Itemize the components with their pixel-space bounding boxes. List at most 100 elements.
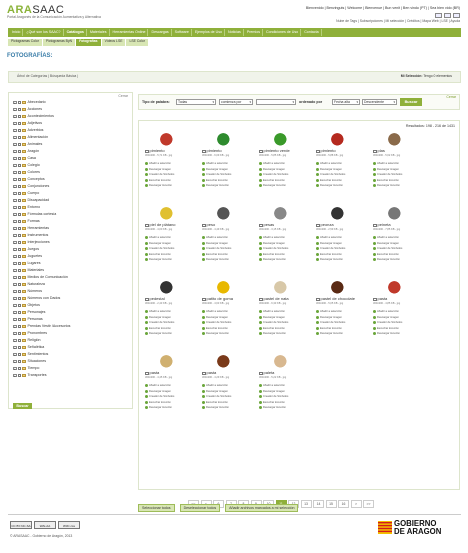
select-checkbox[interactable] xyxy=(316,223,320,228)
category-checkbox[interactable] xyxy=(17,219,21,224)
main-nav-item[interactable]: Descargas xyxy=(149,29,172,36)
bulk-action-button[interactable]: Añadir archivos marcados a mi selección xyxy=(225,504,299,513)
sort-direction-select[interactable]: Descendente xyxy=(362,99,397,105)
category-item[interactable]: + Fórmulas cortesía xyxy=(13,211,131,218)
select-checkbox[interactable] xyxy=(259,149,263,154)
category-checkbox[interactable] xyxy=(17,317,21,322)
result-action[interactable]: Descargar locución xyxy=(259,183,288,189)
result-action[interactable]: Descargar locución xyxy=(373,331,402,337)
red-pepper-icon[interactable] xyxy=(331,133,345,147)
result-name[interactable]: pasta xyxy=(150,370,160,376)
select-checkbox[interactable] xyxy=(373,297,377,302)
category-item[interactable]: + Conceptos xyxy=(13,176,131,183)
page-link[interactable]: >> xyxy=(363,500,374,508)
sub-nav-tab[interactable]: LSE Color xyxy=(126,39,148,46)
main-nav-item[interactable]: Software xyxy=(173,29,192,36)
category-checkbox[interactable] xyxy=(17,149,21,154)
green-pepper-icon[interactable] xyxy=(274,133,288,147)
word-type-select[interactable]: Todas xyxy=(176,99,216,105)
category-checkbox[interactable] xyxy=(17,107,21,112)
category-checkbox[interactable] xyxy=(17,114,21,119)
result-name[interactable]: pimiento xyxy=(321,148,336,154)
palette-icon[interactable] xyxy=(274,355,288,369)
category-checkbox[interactable] xyxy=(17,163,21,168)
select-checkbox[interactable] xyxy=(145,223,149,228)
expand-icon[interactable]: + xyxy=(13,289,17,294)
category-item[interactable]: + Religión xyxy=(13,337,131,344)
category-checkbox[interactable] xyxy=(17,198,21,203)
category-item[interactable]: + Personajes xyxy=(13,309,131,316)
category-checkbox[interactable] xyxy=(17,345,21,350)
select-checkbox[interactable] xyxy=(145,371,149,376)
flag-icon[interactable] xyxy=(453,13,460,18)
result-name[interactable]: piel de plátano xyxy=(150,222,176,228)
category-item[interactable]: + Casa xyxy=(13,155,131,162)
result-action[interactable]: Descargar locución xyxy=(316,257,345,263)
expand-icon[interactable]: + xyxy=(13,191,17,196)
pasta-icon[interactable] xyxy=(217,355,231,369)
page-link[interactable]: 13 xyxy=(300,500,312,508)
category-checkbox[interactable] xyxy=(17,352,21,357)
expand-icon[interactable]: + xyxy=(13,177,17,182)
select-checkbox[interactable] xyxy=(202,223,206,228)
result-action[interactable]: Descargar locución xyxy=(202,257,231,263)
sort-field-select[interactable]: Fecha alta xyxy=(332,99,360,105)
category-checkbox[interactable] xyxy=(17,282,21,287)
select-checkbox[interactable] xyxy=(202,371,206,376)
result-action[interactable]: Descargar locución xyxy=(145,183,174,189)
expand-icon[interactable]: + xyxy=(13,366,17,371)
category-item[interactable]: + Números con Dados xyxy=(13,295,131,302)
green-pepper-icon[interactable] xyxy=(217,133,231,147)
expand-icon[interactable]: + xyxy=(13,205,17,210)
result-action[interactable]: Descargar locución xyxy=(202,183,231,189)
category-checkbox[interactable] xyxy=(17,226,21,231)
main-nav-item[interactable]: Noticias xyxy=(226,29,244,36)
category-checkbox[interactable] xyxy=(17,289,21,294)
main-nav-item[interactable]: Condiciones de Uso xyxy=(264,29,302,36)
category-item[interactable]: + Juegos xyxy=(13,246,131,253)
starts-with-select[interactable]: comienza por xyxy=(219,99,253,105)
category-checkbox[interactable] xyxy=(17,100,21,105)
expand-icon[interactable]: + xyxy=(13,331,17,336)
category-item[interactable]: + Conjunciones xyxy=(13,183,131,190)
category-checkbox[interactable] xyxy=(17,135,21,140)
result-action[interactable]: Descargar locución xyxy=(145,257,174,263)
result-action[interactable]: Descargar locución xyxy=(259,405,288,411)
red-pepper-icon[interactable] xyxy=(160,133,174,147)
category-checkbox[interactable] xyxy=(17,366,21,371)
flag-icon[interactable] xyxy=(444,13,451,18)
category-item[interactable]: + Acontecimientos xyxy=(13,113,131,120)
main-nav-item[interactable]: Inicio xyxy=(10,29,24,36)
category-checkbox[interactable] xyxy=(17,268,21,273)
category-item[interactable]: + Cuerpo xyxy=(13,190,131,197)
result-action[interactable]: Descargar locución xyxy=(316,183,345,189)
category-item[interactable]: + Naturaleza xyxy=(13,281,131,288)
category-checkbox[interactable] xyxy=(17,240,21,245)
main-nav-item[interactable]: Catálogos xyxy=(65,29,87,36)
category-item[interactable]: + Sentimientos xyxy=(13,351,131,358)
banana-peel-icon[interactable] xyxy=(160,207,174,221)
expand-icon[interactable]: + xyxy=(13,219,17,224)
search-button[interactable]: Buscar xyxy=(13,403,32,409)
page-link[interactable]: 15 xyxy=(325,500,337,508)
category-item[interactable]: + Lugares xyxy=(13,260,131,267)
category-checkbox[interactable] xyxy=(17,233,21,238)
category-checkbox[interactable] xyxy=(17,191,21,196)
sub-nav-tab[interactable]: Pictogramas ByN xyxy=(42,39,76,46)
footer-badge[interactable]: WAI-AA xyxy=(34,521,56,529)
sub-nav-tab[interactable]: Fotografías xyxy=(76,39,101,46)
expand-icon[interactable]: + xyxy=(13,121,17,126)
sub-nav-tab[interactable]: Vídeos LSE xyxy=(101,39,126,46)
toolbar-links[interactable]: Árbol de Categorías | Búsqueda Básica | xyxy=(17,74,78,79)
result-name[interactable]: pimiento verde xyxy=(264,148,290,154)
category-item[interactable]: + Juguetes xyxy=(13,253,131,260)
expand-icon[interactable]: + xyxy=(13,324,17,329)
category-item[interactable]: + Aragón xyxy=(13,148,131,155)
category-checkbox[interactable] xyxy=(17,121,21,126)
category-item[interactable]: + Discapacidad xyxy=(13,197,131,204)
cream-cake-icon[interactable] xyxy=(274,281,288,295)
result-action[interactable]: Descargar locución xyxy=(202,331,231,337)
result-action[interactable]: Descargar locución xyxy=(145,405,174,411)
expand-icon[interactable]: + xyxy=(13,226,17,231)
category-checkbox[interactable] xyxy=(17,212,21,217)
